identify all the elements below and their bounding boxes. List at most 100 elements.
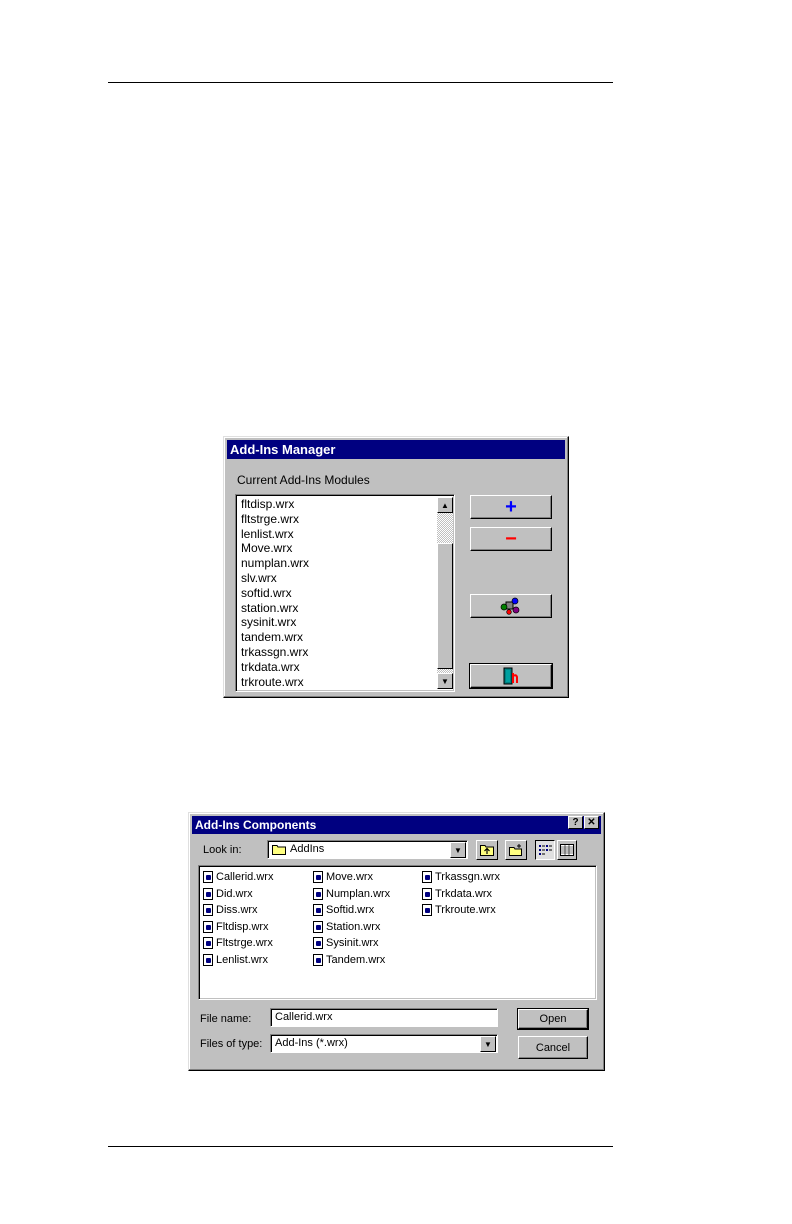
module-list-item[interactable]: Move.wrx (238, 541, 436, 556)
file-type-label: Files of type: (200, 1038, 263, 1050)
open-button-label: Open (539, 1013, 567, 1025)
components-icon (500, 597, 520, 615)
file-type-select[interactable]: Add-Ins (*.wrx) ▼ (270, 1034, 498, 1053)
components-title: Add-Ins Components (192, 816, 601, 834)
scroll-up-button[interactable]: ▲ (437, 497, 453, 513)
module-list-item[interactable]: trkroute.wrx (238, 675, 436, 689)
module-list-item[interactable]: fltstrge.wrx (238, 512, 436, 527)
look-in-select[interactable]: AddIns ▼ (267, 840, 468, 859)
footer-rule (108, 1146, 613, 1147)
file-name-text: Softid.wrx (326, 904, 375, 917)
module-list-item[interactable]: softid.wrx (238, 586, 436, 601)
modules-list[interactable]: fltdisp.wrx fltstrge.wrx lenlist.wrx Move.w… (235, 494, 455, 692)
modules-list-label: Current Add-Ins Modules (237, 473, 370, 487)
cancel-button[interactable]: Cancel (518, 1036, 588, 1059)
file-type-dropdown-button[interactable]: ▼ (480, 1036, 496, 1052)
file-name-text: Callerid.wrx (216, 871, 274, 883)
file-name-value: Callerid.wrx (275, 1011, 333, 1023)
file-list-item[interactable]: Station.wrx (313, 920, 381, 933)
cancel-button-label: Cancel (535, 1041, 571, 1054)
file-name-text: Fltdisp.wrx (216, 920, 269, 933)
wrx-file-icon (203, 954, 213, 966)
wrx-file-icon (203, 920, 213, 933)
wrx-file-icon (203, 871, 213, 883)
open-button[interactable]: Open (517, 1008, 589, 1030)
new-folder-icon (509, 844, 522, 856)
look-in-value: AddIns (290, 843, 325, 855)
wrx-file-icon (313, 920, 323, 933)
file-list-item[interactable]: Sysinit.wrx (313, 937, 379, 950)
scroll-thumb[interactable] (437, 543, 453, 669)
add-ins-manager-dialog: Add-Ins Manager Current Add-Ins Modules … (223, 436, 569, 698)
header-rule (108, 82, 613, 83)
module-list-item[interactable]: slv.wrx (238, 571, 436, 586)
close-button[interactable]: ✕ (584, 816, 599, 829)
wrx-file-icon (313, 871, 323, 883)
details-view-button[interactable] (557, 840, 577, 860)
file-list-item[interactable]: Trkdata.wrx (422, 887, 493, 900)
file-name-text: Lenlist.wrx (216, 954, 268, 966)
file-list-item[interactable]: Did.wrx (203, 887, 253, 900)
up-one-level-button[interactable] (476, 840, 498, 860)
module-list-item[interactable]: trkdata.wrx (238, 660, 436, 675)
file-name-input[interactable]: Callerid.wrx (270, 1008, 498, 1027)
file-list-item[interactable]: Move.wrx (313, 871, 373, 883)
file-name-text: Trkdata.wrx (435, 887, 493, 900)
file-list-item[interactable]: Fltdisp.wrx (203, 920, 269, 933)
file-list-item[interactable]: Numplan.wrx (313, 887, 391, 900)
file-name-text: Trkassgn.wrx (435, 871, 500, 883)
module-list-item[interactable]: station.wrx (238, 601, 436, 616)
file-list-item[interactable]: Trkroute.wrx (422, 904, 496, 917)
module-list-item[interactable]: trkassgn.wrx (238, 645, 436, 660)
file-name-text: Numplan.wrx (326, 887, 391, 900)
file-name-text: Fltstrge.wrx (216, 937, 273, 950)
wrx-file-icon (422, 871, 432, 883)
file-list-item[interactable]: Fltstrge.wrx (203, 937, 273, 950)
wrx-file-icon (422, 887, 432, 900)
wrx-file-icon (313, 887, 323, 900)
list-view-button[interactable] (535, 840, 555, 860)
file-list-item[interactable]: Lenlist.wrx (203, 954, 268, 966)
module-list-item[interactable]: sysinit.wrx (238, 615, 436, 630)
details-view-icon (560, 844, 574, 856)
remove-module-button[interactable]: − (470, 527, 552, 551)
wrx-file-icon (203, 904, 213, 917)
browse-components-button[interactable] (470, 594, 552, 618)
new-folder-button[interactable] (505, 840, 527, 860)
help-button[interactable]: ? (568, 816, 583, 829)
exit-door-icon (503, 667, 518, 685)
plus-icon: + (505, 496, 517, 518)
look-in-dropdown-button[interactable]: ▼ (450, 842, 466, 858)
file-list-item[interactable]: Softid.wrx (313, 904, 375, 917)
file-type-value: Add-Ins (*.wrx) (275, 1037, 348, 1049)
wrx-file-icon (422, 904, 432, 917)
file-name-text: Station.wrx (326, 920, 381, 933)
add-module-button[interactable]: + (470, 495, 552, 519)
add-ins-components-dialog: Add-Ins Components ? ✕ Look in: AddIns ▼ (188, 812, 605, 1071)
file-list-item[interactable]: Tandem.wrx (313, 954, 385, 966)
look-in-label: Look in: (203, 844, 242, 856)
list-view-icon (539, 845, 552, 855)
module-list-item[interactable]: lenlist.wrx (238, 527, 436, 542)
module-list-item[interactable]: numplan.wrx (238, 556, 436, 571)
file-list-item[interactable]: Diss.wrx (203, 904, 258, 917)
wrx-file-icon (313, 954, 323, 966)
file-name-text: Diss.wrx (216, 904, 258, 917)
wrx-file-icon (313, 904, 323, 917)
module-list-item[interactable]: fltdisp.wrx (238, 497, 436, 512)
file-name-text: Sysinit.wrx (326, 937, 379, 950)
scroll-down-button[interactable]: ▼ (437, 673, 453, 689)
file-name-label: File name: (200, 1013, 252, 1025)
file-list[interactable]: Callerid.wrx Did.wrx Diss.wrx Fltdisp.wrx Fl… (198, 865, 597, 1000)
file-name-text: Tandem.wrx (326, 954, 386, 966)
file-list-item[interactable]: Trkassgn.wrx (422, 871, 500, 883)
folder-icon (272, 845, 286, 855)
file-list-item[interactable]: Callerid.wrx (203, 871, 273, 883)
wrx-file-icon (203, 937, 213, 950)
wrx-file-icon (203, 887, 213, 900)
module-list-item[interactable]: tandem.wrx (238, 630, 436, 645)
up-folder-icon (480, 845, 494, 856)
modules-scrollbar[interactable]: ▲ ▼ (437, 497, 453, 689)
exit-button[interactable] (469, 663, 553, 689)
file-name-text: Trkroute.wrx (435, 904, 496, 917)
